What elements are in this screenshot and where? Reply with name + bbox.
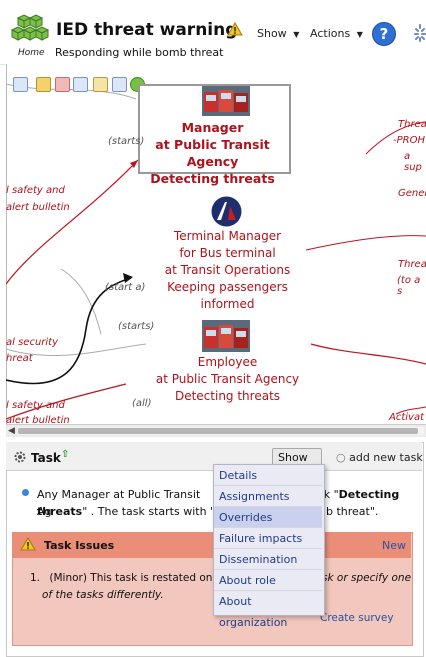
offscreen-task-label: l safety and [6,185,65,196]
task-show-label: Show [278,451,308,464]
scroll-thumb[interactable] [18,428,418,434]
edge-label: (starts) [108,136,145,147]
node-task: Detecting threats [150,171,275,186]
bus-image-icon [202,320,250,352]
home-link[interactable]: Home [18,48,45,58]
offscreen-task-label: al security [6,337,59,348]
menu-item-about-role[interactable]: About role [214,570,322,591]
menu-item-dissemination[interactable]: Dissemination [214,549,322,570]
issue-number: 1. [30,572,41,584]
warning-icon[interactable] [227,22,243,36]
task-node-employee[interactable]: Employee at Public Transit Agency Detect… [140,354,315,405]
page-title: IED threat warning [56,20,238,40]
add-new-task-label: add new task [349,451,423,464]
menu-item-assignments[interactable]: Assignments [214,486,322,507]
task-node-terminal-manager[interactable]: Terminal Manager for Bus terminal at Tra… [140,228,315,313]
desc-bold-task: Detecting [338,488,400,501]
issue-text-line2: of the tasks differently. [42,589,164,601]
offscreen-task-label: a sup [404,151,422,173]
offscreen-task-label: alert bulletin [6,202,70,213]
issue-text-tail: sk or specify one [322,572,412,584]
fit-icon[interactable] [93,77,108,92]
offscreen-task-label: -PROH [393,135,425,146]
show-menu-label: Show [257,27,287,40]
menu-item-details[interactable]: Details [214,465,322,486]
node-role: Employee [197,355,258,369]
menu-item-failure-impacts[interactable]: Failure impacts [214,528,322,549]
actions-menu-label: Actions [310,27,351,40]
offscreen-task-label: Gener [398,188,426,199]
edge-label: (starts) [118,321,155,332]
offscreen-task-label: (to a s [397,275,421,297]
edge-label: (all) [132,398,152,409]
task-issues-title: Task Issues [44,539,115,552]
actions-menu-button[interactable]: Actions ▼ [310,27,363,40]
chevron-down-icon: ▼ [356,30,363,39]
offscreen-task-label: l safety and [6,400,65,411]
gear-icon[interactable] [13,450,27,464]
task-description-line2: threats" . The task starts with "res [37,503,232,520]
layout-icon[interactable] [13,77,28,92]
node-task: Keeping passengers informed [167,280,288,311]
node-org: at Public Transit Agency [155,137,270,169]
task-description-cont: sk "Detecting [318,486,399,503]
offscreen-task-label: hreat [6,353,33,364]
arrow-up-icon[interactable]: ⇧ [61,449,69,460]
offscreen-task-label: Threa [398,119,426,130]
scroll-left-icon[interactable]: ◀ [8,426,15,436]
issue-text: (Minor) This task is restated once. [49,572,229,584]
node-manager-label[interactable]: Manager at Public Transit Agency Detecti… [140,119,285,187]
export-icon[interactable] [36,77,51,92]
node-task: Detecting threats [174,389,281,403]
node-place: for Bus terminal [179,246,276,260]
node-org: at Transit Operations [164,263,291,277]
node-role: Manager [181,120,244,135]
add-icon: ○ [336,451,346,464]
warning-icon [20,537,36,551]
transit-logo-icon [211,196,242,227]
node-org: at Public Transit Agency [155,372,300,386]
bus-image-icon [202,86,250,116]
spinner-icon [414,24,426,42]
panel-icon[interactable] [112,77,127,92]
task-panel-title: Task [31,451,61,465]
home-logo-icon[interactable] [10,12,50,52]
create-survey-link[interactable]: Create survey [320,612,394,624]
menu-item-about-organization[interactable]: About organization [214,591,322,629]
zoom-icon[interactable] [73,77,88,92]
offscreen-task-label: Activat [389,412,425,423]
issue-item: 1. (Minor) This task is restated once. [30,570,228,587]
new-issue-link[interactable]: New [382,539,406,552]
menu-item-overrides[interactable]: Overrides [214,507,322,528]
desc-end: b threat". [326,505,379,518]
chevron-down-icon: ▼ [293,30,300,39]
desc-bold-task-2: threats [37,505,83,518]
edge-label: (start a) [105,282,146,293]
task-description-end: b threat". [326,503,378,520]
desc-suffix: " . The task starts with "res [82,505,232,518]
help-icon[interactable]: ? [372,22,396,46]
node-role: Terminal Manager [173,229,282,243]
offscreen-task-label: Threa [398,259,426,270]
bullet-icon [22,489,29,496]
page-subtitle: Responding while bomb threat [55,46,224,59]
add-new-task-button[interactable]: ○ add new task [336,451,423,464]
horizontal-scrollbar[interactable]: ◀ [6,424,426,437]
show-menu-button[interactable]: Show ▼ [257,27,299,40]
remove-icon[interactable] [55,77,70,92]
